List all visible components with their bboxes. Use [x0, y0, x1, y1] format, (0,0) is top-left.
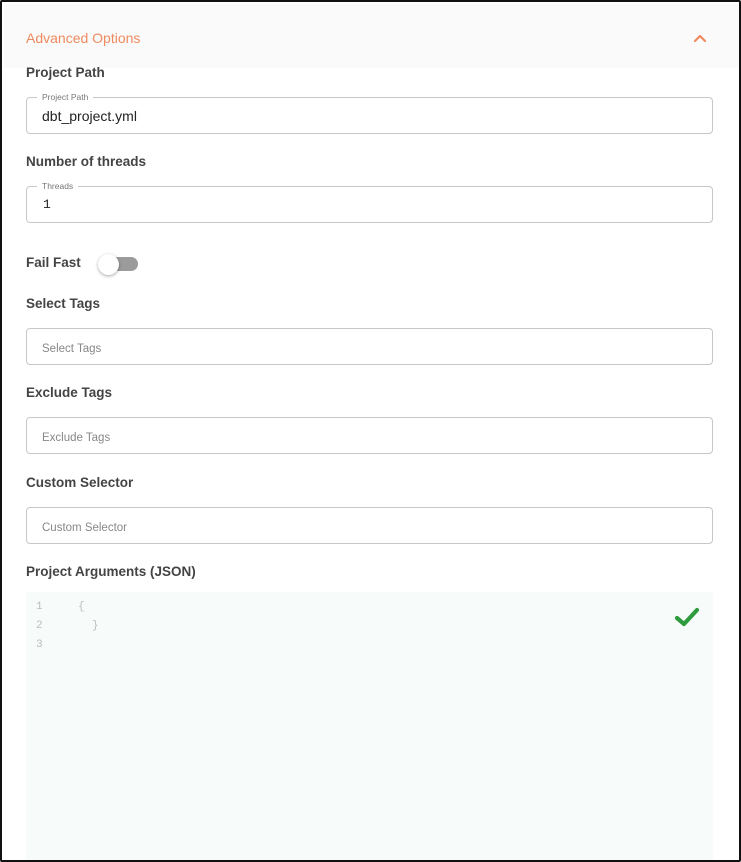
code-line[interactable]: }	[92, 620, 99, 632]
line-number: 3	[36, 639, 43, 651]
select-tags-input[interactable]	[27, 329, 712, 364]
advanced-options-header[interactable]: Advanced Options	[4, 4, 739, 68]
project-path-field[interactable]: Project Path	[26, 91, 713, 134]
exclude-tags-field[interactable]	[26, 417, 713, 454]
advanced-options-title: Advanced Options	[26, 30, 141, 46]
exclude-tags-input[interactable]	[27, 418, 712, 453]
project-arguments-label: Project Arguments (JSON)	[26, 564, 196, 579]
custom-selector-label: Custom Selector	[26, 475, 134, 490]
checkmark-icon	[674, 607, 700, 627]
line-number: 2	[36, 620, 43, 632]
custom-selector-field[interactable]	[26, 507, 713, 544]
threads-label: Number of threads	[26, 154, 147, 169]
project-path-input[interactable]	[27, 98, 712, 133]
fail-fast-label: Fail Fast	[26, 255, 81, 270]
json-code-editor[interactable]: 1 { 2 } 3	[26, 592, 713, 860]
advanced-options-panel: Advanced Options Project Path Project Pa…	[0, 0, 741, 862]
code-line[interactable]: {	[78, 601, 85, 613]
select-tags-field[interactable]	[26, 328, 713, 365]
select-tags-label: Select Tags	[26, 296, 101, 311]
custom-selector-input[interactable]	[27, 508, 712, 543]
fail-fast-toggle-thumb[interactable]	[98, 254, 119, 275]
project-path-label: Project Path	[26, 65, 105, 80]
line-number: 1	[36, 601, 43, 613]
exclude-tags-label: Exclude Tags	[26, 385, 113, 400]
chevron-up-icon[interactable]	[692, 30, 708, 46]
threads-field[interactable]: Threads	[26, 180, 713, 223]
threads-input[interactable]	[27, 187, 712, 222]
